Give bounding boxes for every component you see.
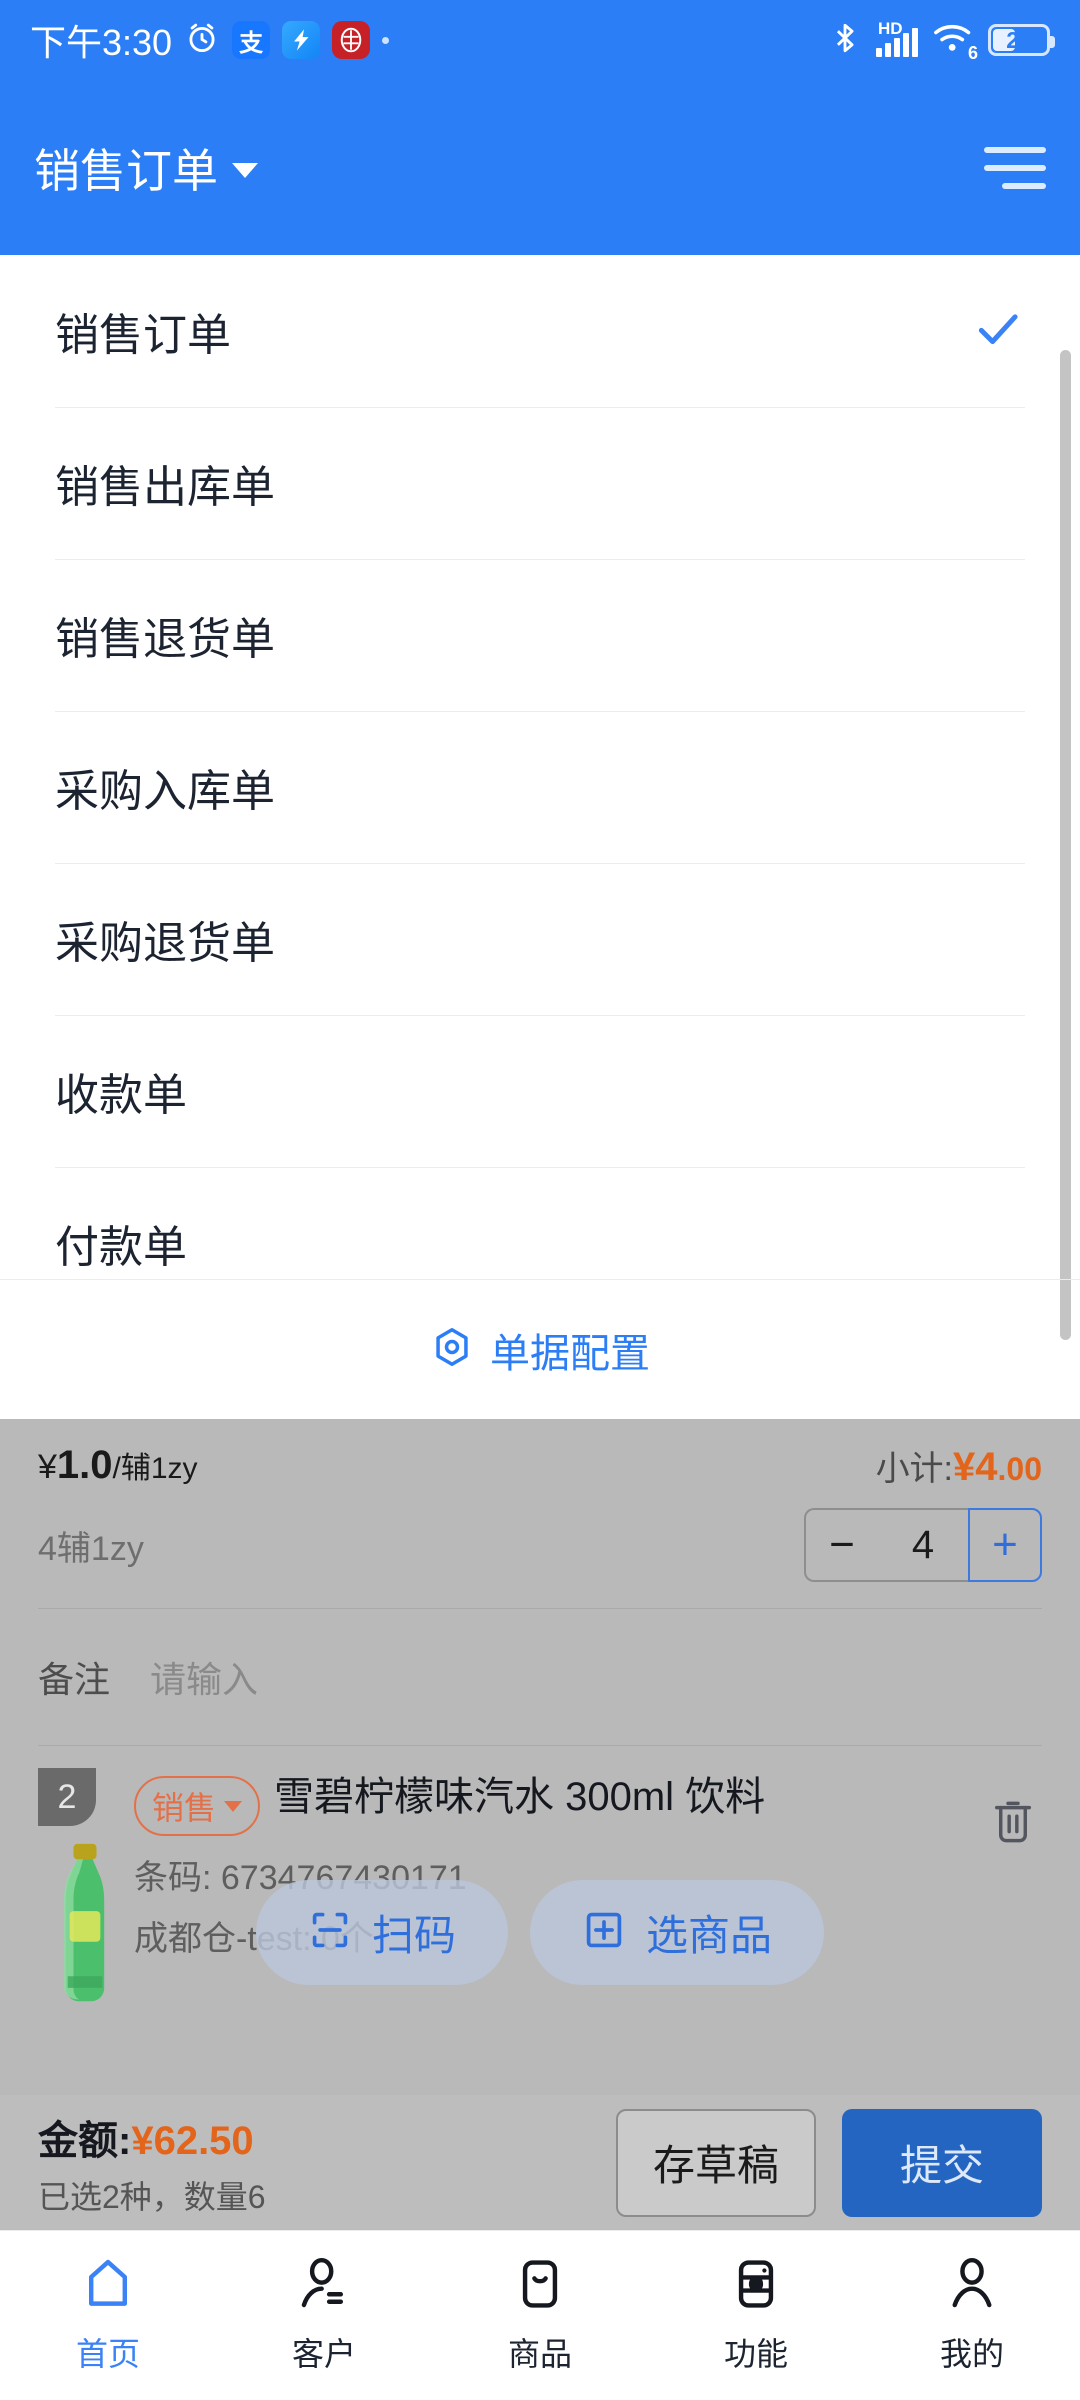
sale-type-tag[interactable]: 销售 bbox=[134, 1776, 261, 1836]
product-name: 雪碧柠檬味汽水 300ml 饮料 bbox=[274, 1775, 766, 1819]
alarm-clock-icon bbox=[184, 20, 220, 61]
dropdown-item-3[interactable]: 采购入库单 bbox=[55, 711, 1025, 863]
product-icon bbox=[512, 2256, 568, 2317]
dropdown-item-2[interactable]: 销售退货单 bbox=[55, 559, 1025, 711]
function-icon bbox=[728, 2256, 784, 2317]
document-type-dropdown: 销售订单销售出库单销售退货单采购入库单采购退货单收款单付款单 单据配置 bbox=[0, 255, 1080, 1419]
remark-label: 备注 bbox=[38, 1659, 111, 1700]
dropdown-item-0[interactable]: 销售订单 bbox=[55, 255, 1025, 407]
nav-label-function: 功能 bbox=[723, 2336, 788, 2372]
app-header: 销售订单 bbox=[0, 80, 1080, 255]
bottom-navigation: 首页 客户 商品 功能 我的 bbox=[0, 2230, 1080, 2400]
quantity-decrease-button[interactable]: − bbox=[804, 1508, 878, 1582]
submit-button[interactable]: 提交 bbox=[842, 2108, 1042, 2217]
battery-icon: 27 bbox=[988, 24, 1055, 56]
phone-screen: 下午3:30 支 HD 6 27 销售订单 ¥1.0/辅1zy 小计:¥4.00… bbox=[0, 0, 1080, 2400]
nav-label-home: 首页 bbox=[75, 2336, 140, 2372]
select-product-label: 选商品 bbox=[646, 1912, 773, 1959]
dot-icon bbox=[382, 36, 390, 44]
dingtalk-icon bbox=[282, 21, 321, 59]
dropdown-item-4[interactable]: 采购退货单 bbox=[55, 863, 1025, 1015]
dropdown-item-1[interactable]: 销售出库单 bbox=[55, 407, 1025, 559]
dropdown-item-label: 采购入库单 bbox=[55, 767, 275, 816]
dropdown-item-label: 收款单 bbox=[55, 1071, 187, 1120]
plus-square-icon bbox=[582, 1908, 626, 1957]
unit-price: ¥1.0/辅1zy bbox=[38, 1443, 198, 1487]
status-bar-left: 下午3:30 支 bbox=[30, 14, 390, 66]
wifi-icon: 6 bbox=[932, 21, 978, 63]
dropdown-item-label: 销售出库单 bbox=[55, 463, 275, 512]
nav-label-customer: 客户 bbox=[291, 2336, 356, 2372]
subtotal: 小计:¥4.00 bbox=[875, 1445, 1042, 1489]
document-config-label: 单据配置 bbox=[490, 1331, 650, 1376]
nav-item-profile[interactable]: 我的 bbox=[864, 2256, 1080, 2375]
document-config-button[interactable]: 单据配置 bbox=[0, 1279, 1080, 1419]
quantity-stepper[interactable]: − 4 + bbox=[804, 1508, 1042, 1582]
home-icon bbox=[80, 2256, 136, 2317]
nav-item-function[interactable]: 功能 bbox=[648, 2256, 864, 2375]
remark-row[interactable]: 备注 请输入 bbox=[0, 1609, 1080, 1745]
floating-action-bar: 扫码 选商品 bbox=[0, 1880, 1080, 1985]
hamburger-menu-icon[interactable] bbox=[984, 146, 1046, 189]
clock-time: 下午3:30 bbox=[30, 22, 173, 63]
alipay-icon: 支 bbox=[232, 21, 271, 59]
unit-price-row: ¥1.0/辅1zy 小计:¥4.00 bbox=[0, 1419, 1080, 1490]
hexagon-config-icon bbox=[430, 1325, 474, 1374]
quantity-text: 4辅1zy bbox=[38, 1529, 144, 1568]
page-title-dropdown[interactable]: 销售订单 bbox=[34, 135, 258, 201]
profile-icon bbox=[944, 2256, 1000, 2317]
nav-item-product[interactable]: 商品 bbox=[432, 2256, 648, 2375]
save-draft-button[interactable]: 存草稿 bbox=[616, 2108, 816, 2217]
dropdown-item-label: 销售订单 bbox=[55, 311, 231, 360]
nav-label-product: 商品 bbox=[507, 2336, 572, 2372]
cellular-signal-icon: HD bbox=[876, 19, 918, 57]
line-index-badge: 2 bbox=[38, 1768, 96, 1826]
status-bar: 下午3:30 支 HD 6 27 bbox=[0, 0, 1080, 80]
check-mark-icon bbox=[971, 302, 1025, 361]
nav-label-profile: 我的 bbox=[939, 2336, 1004, 2372]
scan-code-button[interactable]: 扫码 bbox=[255, 1880, 508, 1985]
scan-code-icon bbox=[308, 1908, 352, 1957]
selection-count: 已选2种，数量6 bbox=[38, 2178, 266, 2215]
dropdown-item-label: 付款单 bbox=[55, 1223, 187, 1272]
quantity-row: 4辅1zy − 4 + bbox=[0, 1490, 1080, 1608]
trash-icon[interactable] bbox=[990, 1796, 1036, 1853]
select-product-button[interactable]: 选商品 bbox=[530, 1880, 825, 1985]
nav-item-home[interactable]: 首页 bbox=[0, 2256, 216, 2375]
quantity-value-input[interactable]: 4 bbox=[878, 1508, 968, 1582]
sale-type-label: 销售 bbox=[152, 1790, 217, 1826]
dropdown-scrollbar[interactable] bbox=[1060, 350, 1071, 1340]
citic-bank-icon bbox=[332, 21, 371, 59]
status-bar-right: HD 6 27 bbox=[828, 19, 1055, 63]
dropdown-item-label: 采购退货单 bbox=[55, 919, 275, 968]
bluetooth-icon bbox=[828, 21, 862, 60]
caret-down-icon bbox=[232, 163, 258, 178]
product-title-line: 销售 雪碧柠檬味汽水 300ml 饮料 bbox=[134, 1772, 1042, 1836]
remark-input[interactable]: 请输入 bbox=[150, 1651, 1042, 1703]
summary-buttons: 存草稿 提交 bbox=[616, 2108, 1042, 2217]
scan-code-label: 扫码 bbox=[371, 1912, 456, 1959]
caret-down-icon bbox=[224, 1800, 243, 1812]
dropdown-item-5[interactable]: 收款单 bbox=[55, 1015, 1025, 1167]
total-amount: 金额:¥62.50 bbox=[38, 2118, 254, 2163]
customer-icon bbox=[296, 2256, 352, 2317]
summary-text: 金额:¥62.50 已选2种，数量6 bbox=[38, 2108, 266, 2218]
page-title: 销售订单 bbox=[34, 144, 218, 197]
document-type-list: 销售订单销售出库单销售退货单采购入库单采购退货单收款单付款单 bbox=[0, 255, 1080, 1319]
order-summary-bar: 金额:¥62.50 已选2种，数量6 存草稿 提交 bbox=[0, 2095, 1080, 2230]
dropdown-item-label: 销售退货单 bbox=[55, 615, 275, 664]
quantity-increase-button[interactable]: + bbox=[968, 1508, 1042, 1582]
nav-item-customer[interactable]: 客户 bbox=[216, 2256, 432, 2375]
